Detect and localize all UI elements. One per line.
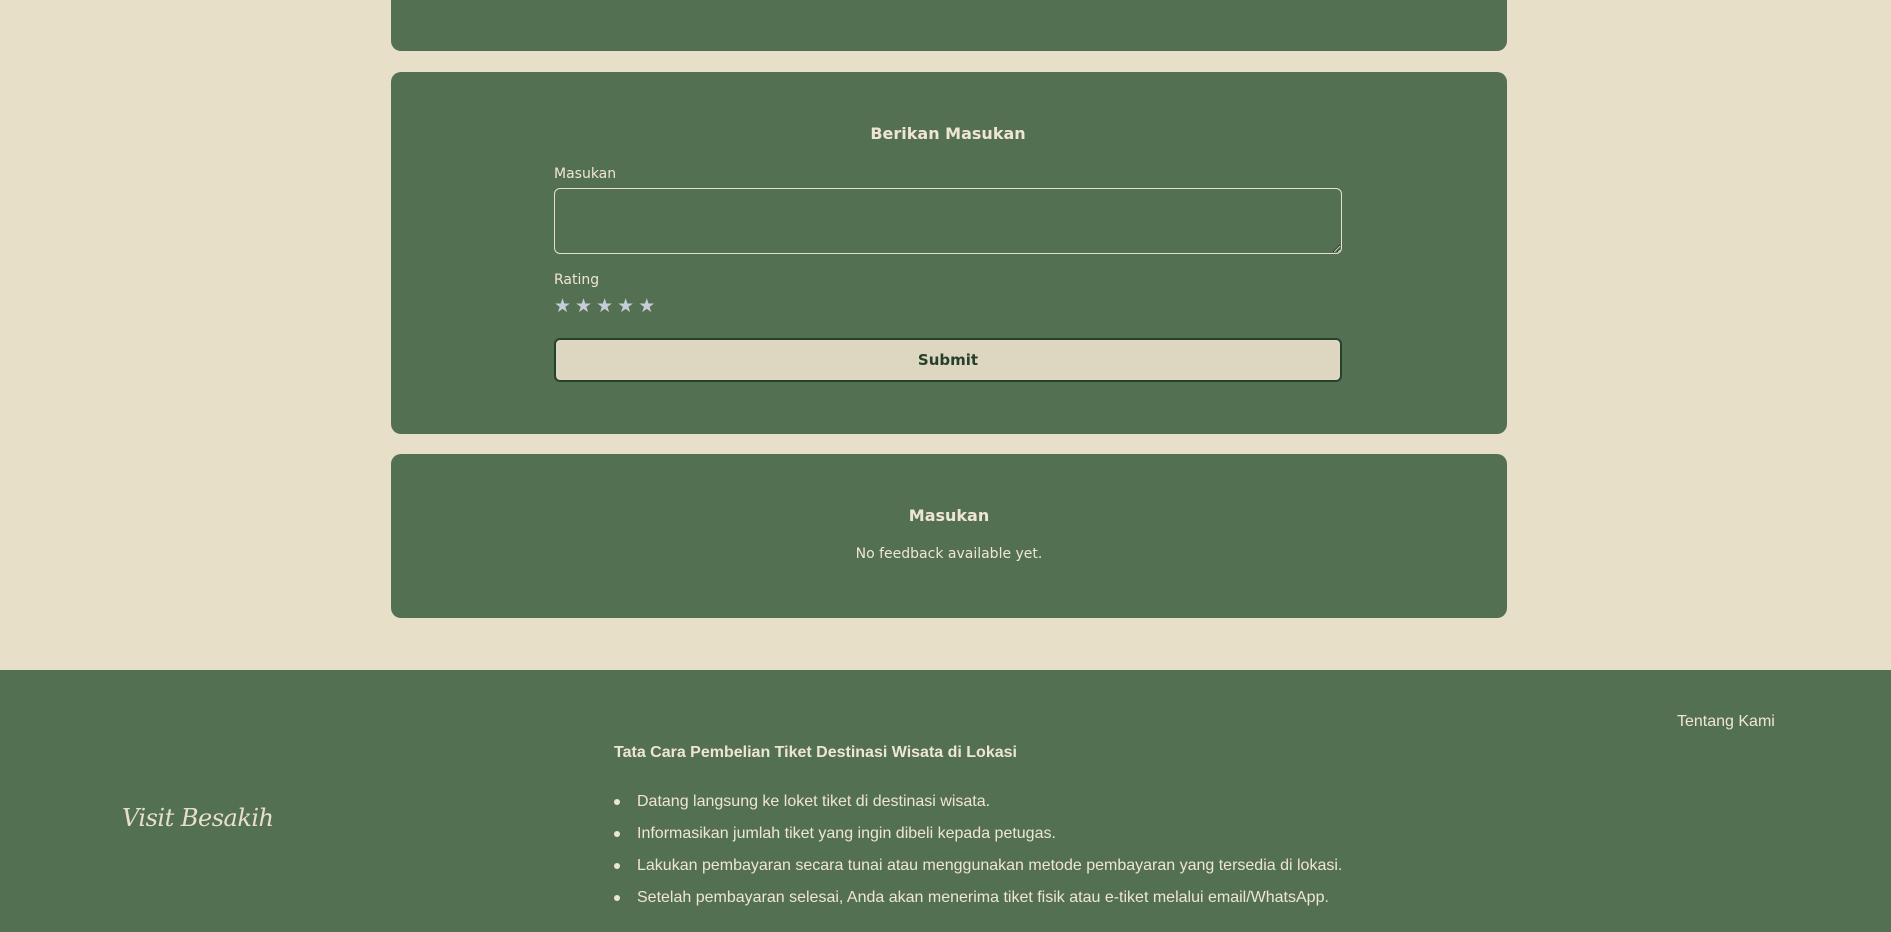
star-2-icon[interactable]: ★: [575, 296, 592, 316]
masukan-label: Masukan: [554, 166, 617, 182]
about-link[interactable]: Tentang Kami: [1677, 713, 1775, 731]
feedback-empty-message: No feedback available yet.: [855, 546, 1043, 562]
footer: Visit Besakih Tentang Kami Tata Cara Pem…: [0, 670, 1891, 932]
star-5-icon[interactable]: ★: [638, 296, 655, 316]
star-3-icon[interactable]: ★: [596, 296, 613, 316]
star-1-icon[interactable]: ★: [554, 296, 571, 316]
masukan-textarea[interactable]: [554, 188, 1342, 254]
rating-stars: ★ ★ ★ ★ ★: [554, 296, 655, 316]
rating-label: Rating: [554, 272, 600, 288]
feedback-form-title: Berikan Masukan: [870, 124, 1026, 143]
previous-section-card: [391, 0, 1507, 51]
feedback-form-card: Berikan Masukan Masukan Rating ★ ★ ★ ★ ★…: [391, 72, 1507, 434]
feedback-list-card: Masukan No feedback available yet.: [391, 454, 1507, 618]
brand-logo[interactable]: Visit Besakih: [122, 804, 274, 832]
howto-step: Setelah pembayaran selesai, Anda akan me…: [614, 886, 1342, 918]
howto-step: Informasikan jumlah tiket yang ingin dib…: [614, 822, 1342, 854]
feedback-list-title: Masukan: [908, 506, 990, 525]
howto-step: Datang langsung ke loket tiket di destin…: [614, 790, 1342, 822]
howto-title: Tata Cara Pembelian Tiket Destinasi Wisa…: [614, 744, 1017, 761]
howto-list: Datang langsung ke loket tiket di destin…: [614, 790, 1342, 918]
howto-step: Lakukan pembayaran secara tunai atau men…: [614, 854, 1342, 886]
star-4-icon[interactable]: ★: [617, 296, 634, 316]
submit-button[interactable]: Submit: [554, 338, 1342, 382]
